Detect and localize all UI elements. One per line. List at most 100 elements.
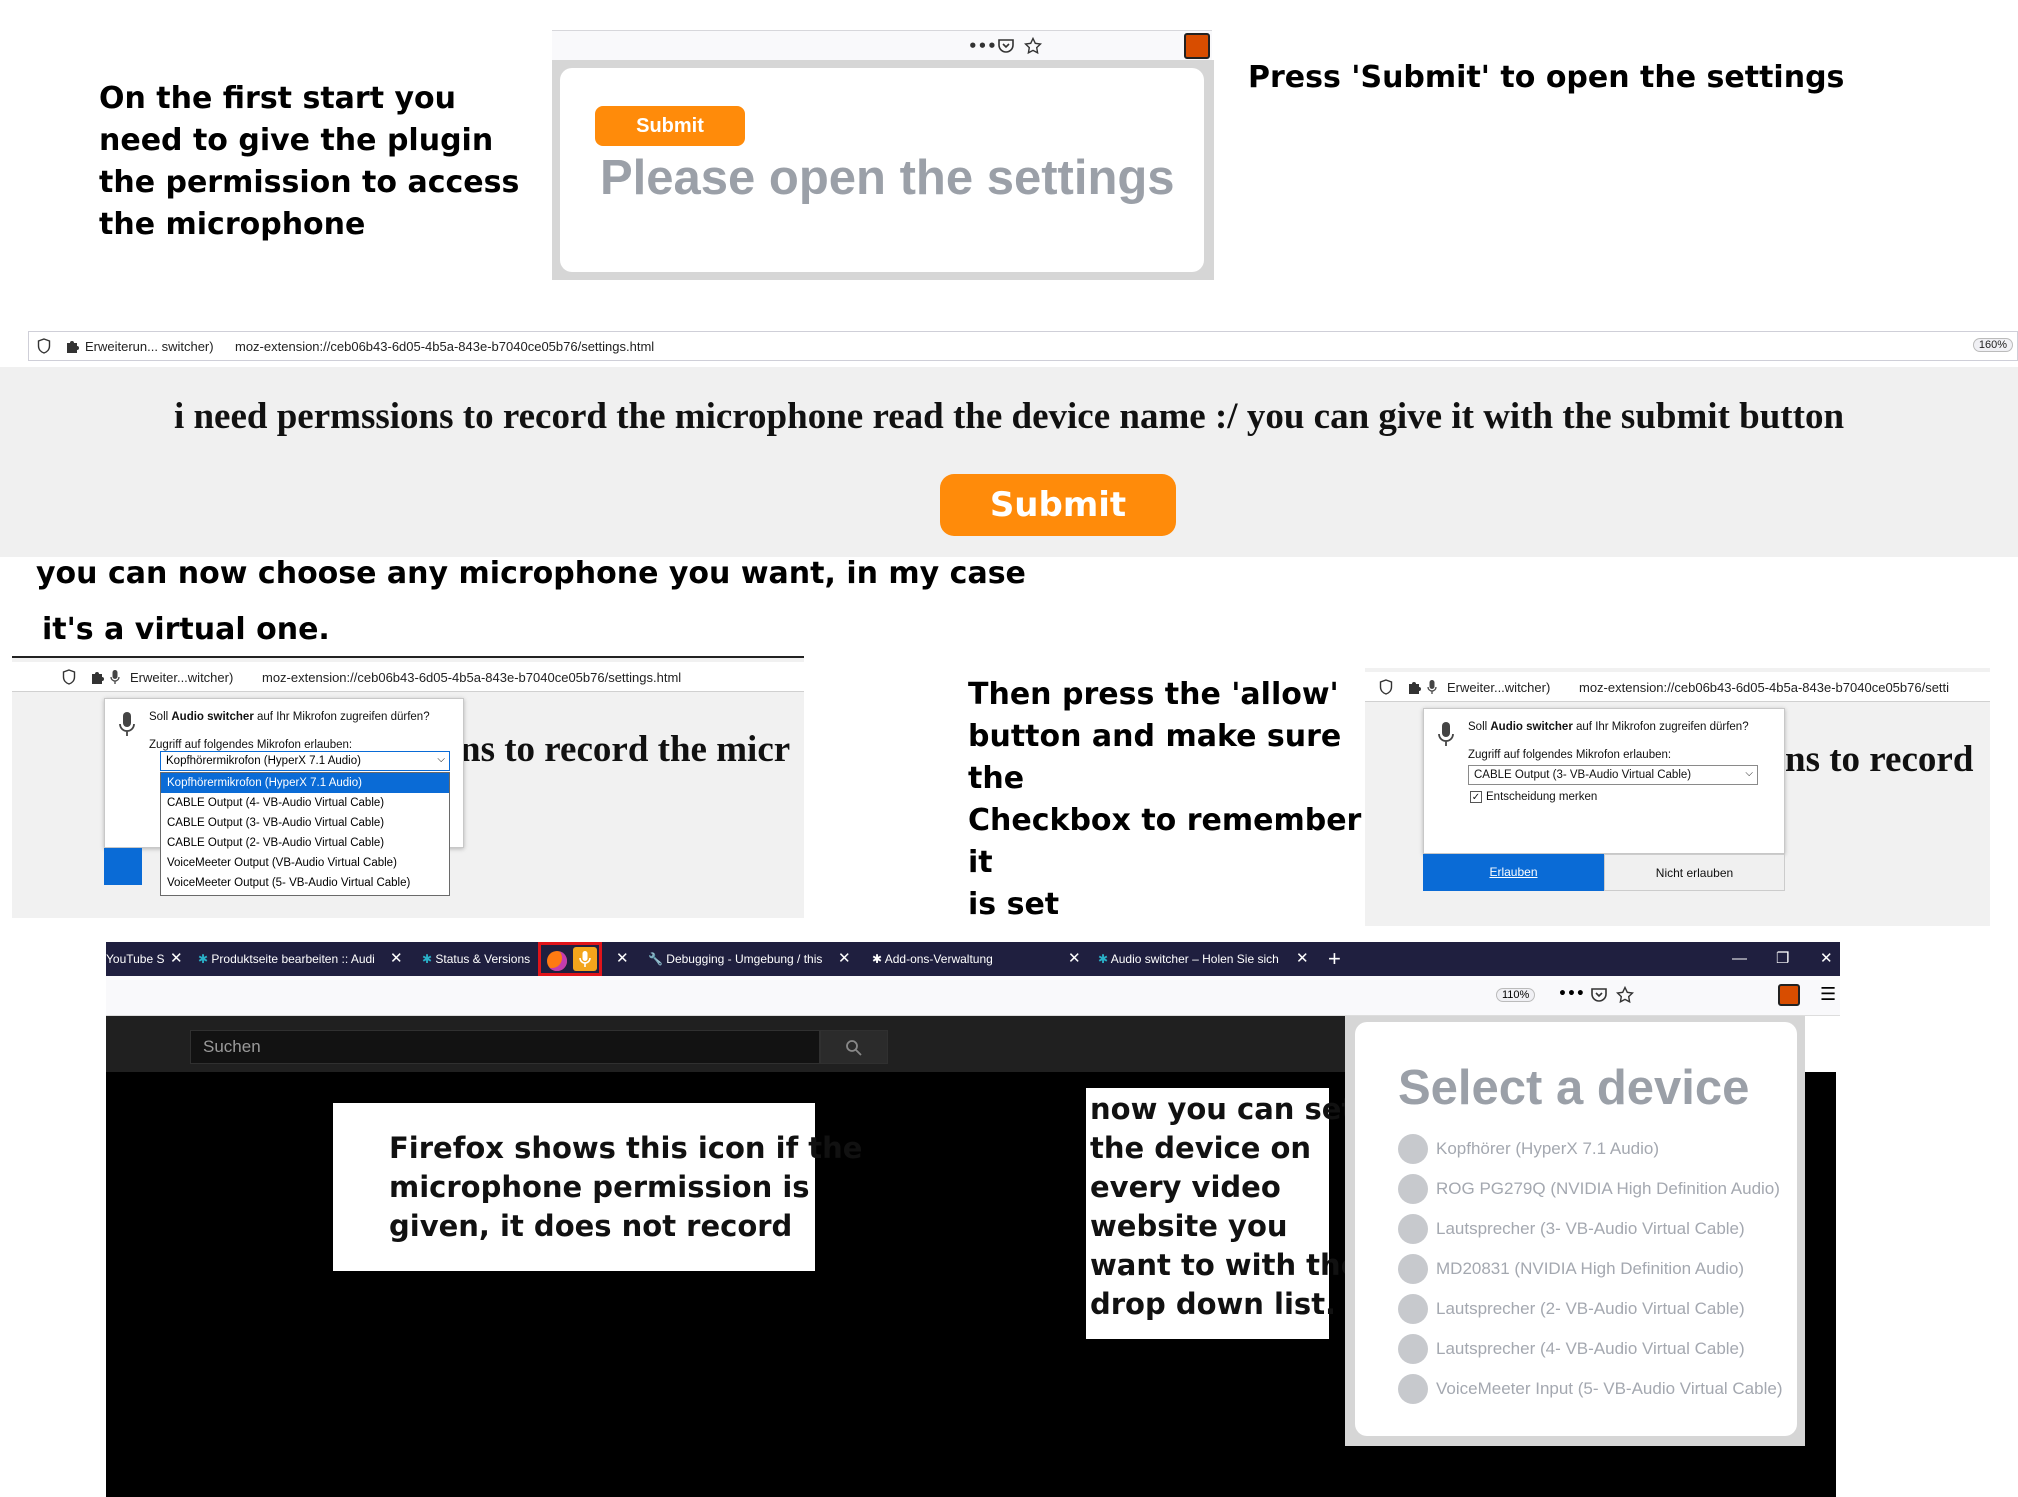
search-input[interactable]: Suchen xyxy=(190,1030,820,1064)
search-button[interactable] xyxy=(820,1030,888,1064)
settings-submit-button[interactable]: Submit xyxy=(940,474,1176,536)
url-bar[interactable]: Erweiter...witcher) moz-extension://ceb0… xyxy=(1365,672,1990,702)
question-suffix: auf Ihr Mikrofon zugreifen dürfen? xyxy=(253,711,430,723)
icon-note-line: microphone permission is xyxy=(389,1170,810,1204)
dropdown-option[interactable]: Kopfhörermikrofon (HyperX 7.1 Audio) xyxy=(161,773,449,793)
puzzle-icon: ✱ xyxy=(872,952,883,966)
more-icon[interactable]: ••• xyxy=(968,37,997,55)
identity-label[interactable]: Erweiterun... switcher) xyxy=(85,339,214,354)
device-note-line: the device on xyxy=(1090,1131,1312,1165)
device-note-line: want to with the xyxy=(1090,1248,1361,1282)
device-popup-title: Select a device xyxy=(1398,1061,1750,1115)
tab-youtube[interactable]: YouTube S xyxy=(106,942,168,976)
restore-icon[interactable]: ❐ xyxy=(1776,942,1789,976)
window-close-icon[interactable]: ✕ xyxy=(1820,942,1833,976)
zoom-badge[interactable]: 160% xyxy=(1972,338,2013,352)
tab-audio-switcher[interactable]: ✱ Audio switcher – Holen Sie sich xyxy=(1098,942,1298,976)
firefox-icon[interactable] xyxy=(547,951,567,971)
device-note-line: website you xyxy=(1090,1209,1288,1243)
shield-icon[interactable] xyxy=(1379,679,1393,695)
audio-switcher-extension-icon[interactable] xyxy=(1778,984,1800,1006)
deny-label: Nicht erlauben xyxy=(1655,866,1734,880)
dropdown-option[interactable]: VoiceMeeter Output (5- VB-Audio Virtual … xyxy=(161,873,449,893)
radio-button[interactable] xyxy=(1398,1334,1428,1364)
minimize-icon[interactable]: — xyxy=(1732,942,1747,976)
intro-caption: On the first start you need to give the … xyxy=(99,78,539,246)
url-bar[interactable]: Erweiter...witcher) moz-extension://ceb0… xyxy=(12,662,804,692)
shield-icon[interactable] xyxy=(37,338,51,354)
intro-caption-line: the permission to access xyxy=(99,165,520,200)
allow-button-partial[interactable] xyxy=(104,848,142,885)
allow-caption-line: button and make sure the xyxy=(968,719,1342,796)
menu-icon[interactable]: ☰ xyxy=(1820,984,1836,1005)
chevron-down-icon: ⌵ xyxy=(437,754,445,765)
allow-button[interactable]: Erlauben xyxy=(1423,854,1604,891)
tab-status[interactable]: ✱ Status & Versions xyxy=(422,942,534,976)
url-text[interactable]: moz-extension://ceb06b43-6d05-4b5a-843e-… xyxy=(1579,680,1949,695)
tab-label: Status & Versions xyxy=(435,952,531,966)
shield-icon[interactable] xyxy=(62,669,76,685)
question-prefix: Soll xyxy=(149,711,172,723)
url-text[interactable]: moz-extension://ceb06b43-6d05-4b5a-843e-… xyxy=(262,670,681,685)
device-label: ROG PG279Q (NVIDIA High Definition Audio… xyxy=(1436,1179,1780,1198)
permission-message: i need permssions to record the micropho… xyxy=(173,396,1845,437)
device-label: MD20831 (NVIDIA High Definition Audio) xyxy=(1436,1259,1745,1278)
device-note-line: drop down list. xyxy=(1090,1287,1337,1321)
close-icon[interactable]: ✕ xyxy=(838,942,851,976)
url-text[interactable]: moz-extension://ceb06b43-6d05-4b5a-843e-… xyxy=(235,339,654,354)
close-icon[interactable]: ✕ xyxy=(390,942,403,976)
radio-button[interactable] xyxy=(1398,1374,1428,1404)
remember-checkbox[interactable]: ✓ xyxy=(1470,791,1482,803)
microphone-icon xyxy=(1438,721,1454,747)
dropdown-option[interactable]: CABLE Output (3- VB-Audio Virtual Cable) xyxy=(161,813,449,833)
allow-caption-line: Checkbox to remember it xyxy=(968,803,1362,880)
device-label: Lautsprecher (3- VB-Audio Virtual Cable) xyxy=(1436,1219,1745,1238)
zoom-badge[interactable]: 110% xyxy=(1496,988,1536,1002)
close-icon[interactable]: ✕ xyxy=(616,942,629,976)
new-tab-button[interactable]: + xyxy=(1328,942,1341,976)
url-bar[interactable]: Erweiterun... switcher) moz-extension://… xyxy=(28,331,2018,361)
selected-microphone: CABLE Output (3- VB-Audio Virtual Cable) xyxy=(1474,769,1692,781)
microphone-select[interactable]: Kopfhörermikrofon (HyperX 7.1 Audio) ⌵ xyxy=(160,751,450,771)
star-icon[interactable] xyxy=(1616,986,1634,1004)
puzzle-icon xyxy=(65,338,81,354)
allow-label: Erlauben xyxy=(1489,865,1538,879)
dropdown-option[interactable]: CABLE Output (4- VB-Audio Virtual Cable) xyxy=(161,793,449,813)
radio-button[interactable] xyxy=(1398,1294,1428,1324)
remember-label: Entscheidung merken xyxy=(1486,791,1598,803)
dropdown-option[interactable]: CABLE Output (2- VB-Audio Virtual Cable) xyxy=(161,833,449,853)
submit-button[interactable]: Submit xyxy=(595,106,745,146)
identity-label[interactable]: Erweiter...witcher) xyxy=(1447,680,1550,695)
microphone-select[interactable]: CABLE Output (3- VB-Audio Virtual Cable)… xyxy=(1468,765,1758,785)
question-app-name: Audio switcher xyxy=(1490,721,1573,733)
audio-switcher-extension-icon[interactable] xyxy=(1184,33,1210,59)
permission-screenshot-right: Erweiter...witcher) moz-extension://ceb0… xyxy=(1365,668,1990,926)
allow-caption-line: Then press the 'allow' xyxy=(968,677,1339,712)
radio-button[interactable] xyxy=(1398,1134,1428,1164)
deny-button[interactable]: Nicht erlauben xyxy=(1604,854,1785,891)
tab-label: YouTube S xyxy=(106,952,165,966)
radio-button[interactable] xyxy=(1398,1214,1428,1244)
puzzle-icon: ✱ xyxy=(1098,952,1109,966)
choose-caption-line1: you can now choose any microphone you wa… xyxy=(36,556,1026,591)
puzzle-icon xyxy=(90,669,106,685)
pocket-icon[interactable] xyxy=(1590,986,1608,1004)
microphone-icon xyxy=(1427,679,1437,695)
identity-label[interactable]: Erweiter...witcher) xyxy=(130,670,233,685)
pocket-icon[interactable] xyxy=(997,37,1015,55)
close-icon[interactable]: ✕ xyxy=(1068,942,1081,976)
nav-toolbar: 110% ••• ☰ xyxy=(106,976,1840,1016)
tab-debugging[interactable]: 🔧 Debugging - Umgebung / this xyxy=(648,942,848,976)
close-icon[interactable]: ✕ xyxy=(1296,942,1309,976)
intro-caption-line: the microphone xyxy=(99,207,366,242)
tab-addons[interactable]: ✱ Add-ons-Verwaltung xyxy=(872,942,1072,976)
radio-button[interactable] xyxy=(1398,1174,1428,1204)
star-icon[interactable] xyxy=(1024,37,1042,55)
more-icon[interactable]: ••• xyxy=(1558,986,1585,1002)
radio-button[interactable] xyxy=(1398,1254,1428,1284)
permission-dialog: Soll Audio switcher auf Ihr Mikrofon zug… xyxy=(1423,708,1785,854)
microphone-icon[interactable] xyxy=(573,947,597,971)
device-label: Lautsprecher (2- VB-Audio Virtual Cable) xyxy=(1436,1299,1745,1318)
dropdown-option[interactable]: VoiceMeeter Output (VB-Audio Virtual Cab… xyxy=(161,853,449,873)
close-icon[interactable]: ✕ xyxy=(170,942,183,976)
